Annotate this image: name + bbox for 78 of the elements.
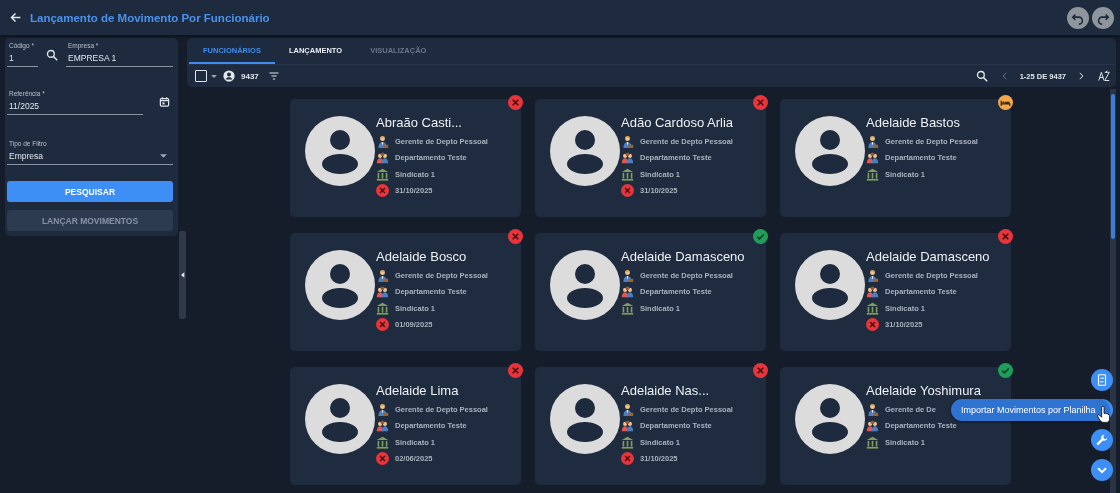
undo-button[interactable] [1067,6,1089,29]
employee-name: Adelaide Bosco [376,249,468,264]
person-icon [866,268,879,282]
page-title: Lançamento de Movimento Por Funcionário [30,11,270,24]
bank-icon [866,435,879,449]
bank-icon [866,301,879,315]
bank-icon [621,435,634,449]
employee-name: Adelaide Nas... [621,383,711,398]
bank-icon [376,301,389,315]
group-icon [376,285,389,299]
search-icon[interactable] [975,70,988,82]
group-icon [621,419,634,433]
filter-icon[interactable] [267,70,280,82]
sort-icon[interactable] [1098,70,1110,82]
employee-name: Adelaide Lima [376,383,460,398]
select-field[interactable]: Empresa [7,147,173,165]
group-icon [621,151,634,165]
person-icon [866,134,879,148]
user-icon [223,70,235,82]
group-icon [866,419,879,433]
error-icon [621,452,634,466]
person-icon [621,134,634,148]
error-icon [376,318,389,332]
person-icon [621,268,634,282]
input-field[interactable]: EMPRESA 1 [66,49,173,67]
employee-name: Adelaide Damasceno [866,249,990,264]
group-icon [866,285,879,299]
select-all-checkbox[interactable] [195,70,207,82]
input-field[interactable]: 1 [7,49,38,67]
scrollbar[interactable] [1110,89,1116,493]
group-icon [866,151,879,165]
error-icon [376,184,389,198]
employee-name: Adelaide Bastos [866,115,961,130]
bank-icon [866,167,879,181]
error-icon [376,452,389,466]
avatar-icon [550,384,620,454]
caret-icon[interactable] [211,74,217,78]
employee-name: Adelaide Damasceno [621,249,745,264]
swap-document-icon [1095,373,1109,387]
employee-name: Adelaide Yoshimura [866,383,981,398]
expand-button[interactable] [1091,459,1113,481]
hand-cursor-icon [1097,406,1110,423]
group-icon [621,285,634,299]
person-icon [376,402,389,416]
error-icon [866,318,879,332]
bank-icon [621,301,634,315]
employee-count: 9437 [241,71,259,81]
tools-button[interactable] [1091,429,1113,451]
person-icon [621,402,634,416]
avatar-icon [795,250,865,320]
import-button[interactable] [1091,369,1113,391]
avatar-icon [305,116,375,186]
bank-icon [376,167,389,181]
back-arrow-icon[interactable] [9,11,22,24]
avatar-icon [550,250,620,320]
avatar-icon [305,250,375,320]
avatar-icon [795,116,865,186]
calendar-icon[interactable] [159,96,170,108]
person-icon [866,402,879,416]
error-icon [621,184,634,198]
caret-icon [160,154,167,158]
avatar-icon [305,384,375,454]
collapse-handle[interactable] [179,231,186,319]
avatar-icon [795,384,865,454]
redo-button[interactable] [1092,6,1114,29]
bank-icon [376,435,389,449]
wrench-icon [1095,433,1109,447]
employee-name: Abraão Casti... [376,115,463,130]
next-page-icon[interactable] [1076,70,1086,82]
search-icon[interactable] [46,49,58,61]
input-field[interactable]: 11/2025 [7,97,143,115]
person-icon [376,134,389,148]
person-icon [376,268,389,282]
bank-icon [621,167,634,181]
employee-name: Adão Cardoso Arlia [621,115,733,130]
group-icon [376,419,389,433]
group-icon [376,151,389,165]
avatar-icon [550,116,620,186]
